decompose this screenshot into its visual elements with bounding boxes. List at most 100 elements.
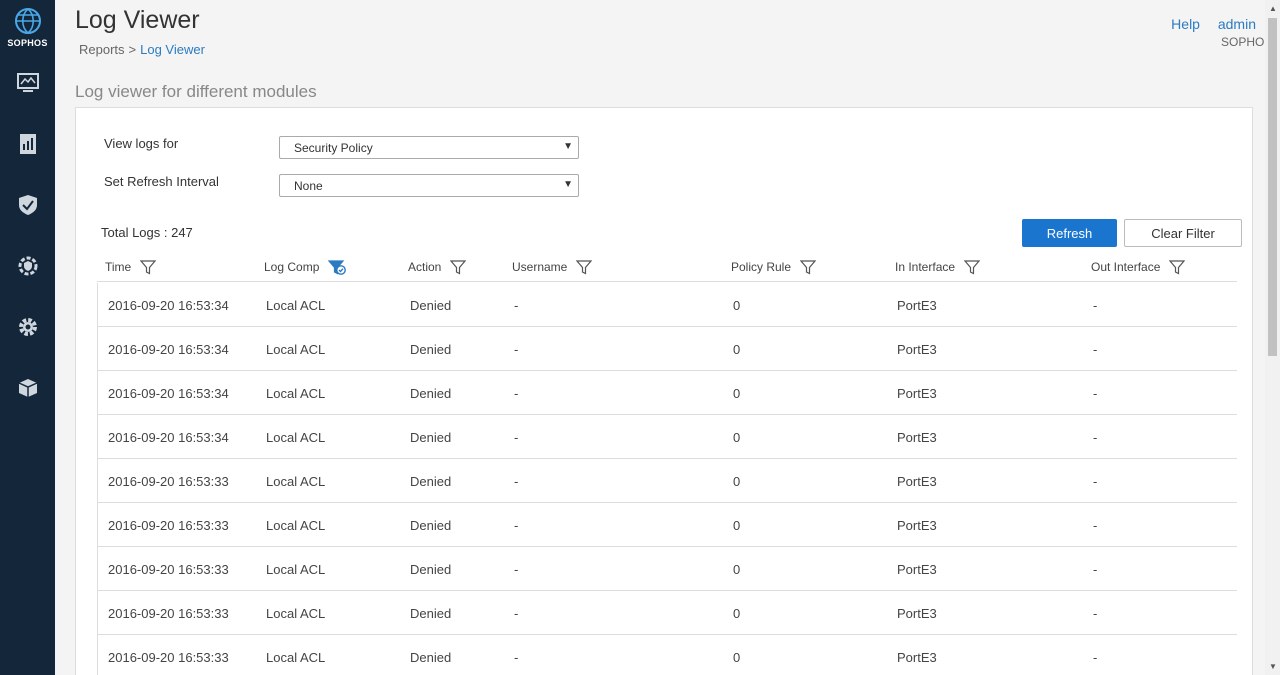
- dropdown-arrow-icon: ▼: [563, 141, 573, 152]
- user-menu[interactable]: admin: [1218, 16, 1256, 32]
- log-viewer-panel: View logs for Security Policy ▼ Set Refr…: [75, 107, 1253, 675]
- cell-out-interface: -: [1093, 606, 1098, 621]
- scroll-up-icon[interactable]: ▲: [1269, 4, 1277, 13]
- cell-in-interface: PortE3: [897, 474, 937, 489]
- cell-log-comp: Local ACL: [266, 650, 326, 665]
- sidebar-item-packages[interactable]: [0, 368, 55, 408]
- table-body: 2016-09-20 16:53:34 Local ACL Denied - 0 Port…: [97, 283, 1237, 675]
- view-logs-select[interactable]: Security Policy ▼: [279, 136, 579, 159]
- sidebar-item-system[interactable]: [0, 307, 55, 347]
- page-scrollbar[interactable]: ▲ ▼: [1265, 0, 1280, 675]
- table-row[interactable]: 2016-09-20 16:53:34 Local ACL Denied - 0 Port…: [97, 415, 1237, 459]
- table-row[interactable]: 2016-09-20 16:53:33 Local ACL Denied - 0 Port…: [97, 635, 1237, 675]
- monitor-icon: [16, 73, 39, 92]
- filter-icon[interactable]: [964, 259, 981, 275]
- scroll-down-icon[interactable]: ▼: [1269, 662, 1277, 671]
- shield-icon: [18, 195, 37, 215]
- table-header: Time Log Comp Action Username Policy Rul…: [97, 254, 1237, 282]
- cell-log-comp: Local ACL: [266, 474, 326, 489]
- breadcrumb-separator: >: [128, 42, 137, 57]
- cell-out-interface: -: [1093, 298, 1098, 313]
- cell-policy-rule: 0: [733, 518, 741, 533]
- cell-time: 2016-09-20 16:53:34: [108, 386, 229, 401]
- breadcrumb-current[interactable]: Log Viewer: [140, 42, 205, 57]
- cell-in-interface: PortE3: [897, 562, 937, 577]
- sidebar: SOPHOS: [0, 0, 55, 675]
- cell-username: -: [514, 518, 519, 533]
- cell-out-interface: -: [1093, 342, 1098, 357]
- clear-filter-button[interactable]: Clear Filter: [1124, 219, 1242, 247]
- cell-out-interface: -: [1093, 518, 1098, 533]
- cell-username: -: [514, 430, 519, 445]
- section-title: Log viewer for different modules: [75, 82, 317, 101]
- cell-action: Denied: [410, 298, 452, 313]
- cell-log-comp: Local ACL: [266, 386, 326, 401]
- total-logs: Total Logs : 247: [101, 225, 193, 240]
- filter-icon[interactable]: [1169, 259, 1186, 275]
- cell-username: -: [514, 606, 519, 621]
- cell-action: Denied: [410, 430, 452, 445]
- column-log-comp: Log Comp: [264, 259, 347, 275]
- sophos-logo[interactable]: SOPHOS: [0, 6, 55, 56]
- sidebar-item-monitor[interactable]: [0, 63, 55, 103]
- column-label: Log Comp: [264, 260, 320, 274]
- cell-out-interface: -: [1093, 562, 1098, 577]
- cell-username: -: [514, 650, 519, 665]
- dropdown-arrow-icon: ▼: [563, 179, 573, 190]
- table-row[interactable]: 2016-09-20 16:53:33 Local ACL Denied - 0 Port…: [97, 459, 1237, 503]
- gear-icon: [18, 318, 37, 336]
- scrollbar-thumb[interactable]: [1268, 18, 1277, 356]
- table-row[interactable]: 2016-09-20 16:53:33 Local ACL Denied - 0 Port…: [97, 503, 1237, 547]
- org-name: SOPHOS: [1221, 35, 1265, 49]
- cell-policy-rule: 0: [733, 606, 741, 621]
- table-row[interactable]: 2016-09-20 16:53:33 Local ACL Denied - 0 Port…: [97, 547, 1237, 591]
- gear-shield-icon: [18, 256, 37, 276]
- refresh-interval-select[interactable]: None ▼: [279, 174, 579, 197]
- cell-log-comp: Local ACL: [266, 298, 326, 313]
- cell-out-interface: -: [1093, 430, 1098, 445]
- breadcrumb-parent[interactable]: Reports: [79, 42, 125, 57]
- column-label: Out Interface: [1091, 260, 1161, 274]
- page-title: Log Viewer: [75, 6, 200, 34]
- help-link[interactable]: Help: [1171, 16, 1200, 32]
- column-policy-rule: Policy Rule: [731, 259, 817, 275]
- cell-policy-rule: 0: [733, 386, 741, 401]
- breadcrumb: Reports > Log Viewer: [79, 42, 205, 57]
- column-label: Action: [408, 260, 442, 274]
- cell-username: -: [514, 298, 519, 313]
- column-time: Time: [105, 259, 157, 275]
- column-username: Username: [512, 259, 593, 275]
- cell-action: Denied: [410, 518, 452, 533]
- sidebar-item-configure[interactable]: [0, 246, 55, 286]
- table-row[interactable]: 2016-09-20 16:53:34 Local ACL Denied - 0 Port…: [97, 283, 1237, 327]
- table-row[interactable]: 2016-09-20 16:53:34 Local ACL Denied - 0 Port…: [97, 327, 1237, 371]
- cell-log-comp: Local ACL: [266, 562, 326, 577]
- filter-icon[interactable]: [576, 259, 593, 275]
- cell-in-interface: PortE3: [897, 518, 937, 533]
- cell-in-interface: PortE3: [897, 342, 937, 357]
- filter-active-icon[interactable]: [328, 259, 347, 275]
- cell-policy-rule: 0: [733, 342, 741, 357]
- cell-action: Denied: [410, 606, 452, 621]
- column-out-interface: Out Interface: [1091, 259, 1186, 275]
- sidebar-item-reports[interactable]: [0, 124, 55, 164]
- cell-action: Denied: [410, 562, 452, 577]
- cell-time: 2016-09-20 16:53:33: [108, 606, 229, 621]
- column-label: Time: [105, 260, 132, 274]
- column-action: Action: [408, 259, 467, 275]
- filter-icon[interactable]: [140, 259, 157, 275]
- cell-action: Denied: [410, 342, 452, 357]
- refresh-button[interactable]: Refresh: [1022, 219, 1117, 247]
- cell-time: 2016-09-20 16:53:34: [108, 342, 229, 357]
- box-icon: [18, 379, 37, 397]
- table-row[interactable]: 2016-09-20 16:53:34 Local ACL Denied - 0 Port…: [97, 371, 1237, 415]
- filter-icon[interactable]: [450, 259, 467, 275]
- cell-log-comp: Local ACL: [266, 430, 326, 445]
- sidebar-item-protect[interactable]: [0, 185, 55, 225]
- refresh-interval-value: None: [294, 179, 323, 193]
- cell-in-interface: PortE3: [897, 430, 937, 445]
- filter-icon[interactable]: [800, 259, 817, 275]
- column-label: In Interface: [895, 260, 956, 274]
- table-row[interactable]: 2016-09-20 16:53:33 Local ACL Denied - 0 Port…: [97, 591, 1237, 635]
- cell-in-interface: PortE3: [897, 298, 937, 313]
